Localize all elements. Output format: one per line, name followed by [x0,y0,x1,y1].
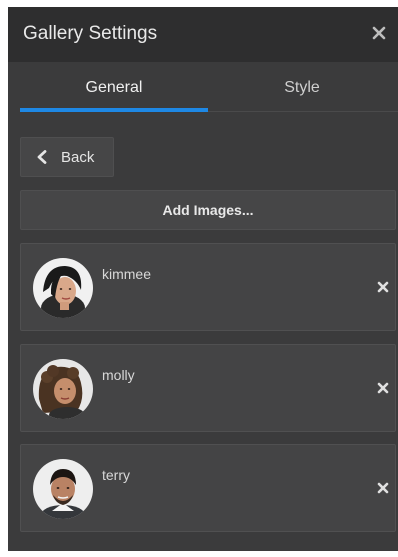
image-name: molly [102,367,135,383]
back-button-label: Back [61,149,95,166]
panel-title: Gallery Settings [23,23,158,44]
tab-general-label: General [85,79,143,96]
settings-tabs: General Style [20,69,398,112]
back-button[interactable]: Back [20,137,114,177]
active-tab-indicator [20,108,208,112]
image-list-item: kimmee [20,243,396,331]
tab-style-label: Style [284,79,320,96]
close-icon[interactable] [370,24,388,42]
remove-icon[interactable] [376,481,390,495]
remove-icon[interactable] [376,280,390,294]
panel-header: Gallery Settings [8,7,398,62]
image-list-item: molly [20,344,396,432]
chevron-left-icon [37,150,47,164]
avatar [33,459,93,519]
add-images-label: Add Images... [162,202,254,218]
avatar [33,359,93,419]
remove-icon[interactable] [376,381,390,395]
tab-style[interactable]: Style [208,69,396,111]
image-name: terry [102,467,130,483]
add-images-button[interactable]: Add Images... [20,190,396,230]
tab-general[interactable]: General [20,69,208,112]
avatar [33,258,93,318]
image-name: kimmee [102,266,152,282]
gallery-settings-panel: Gallery Settings General Style Back Add … [8,7,398,551]
image-list-item: terry [20,444,396,532]
